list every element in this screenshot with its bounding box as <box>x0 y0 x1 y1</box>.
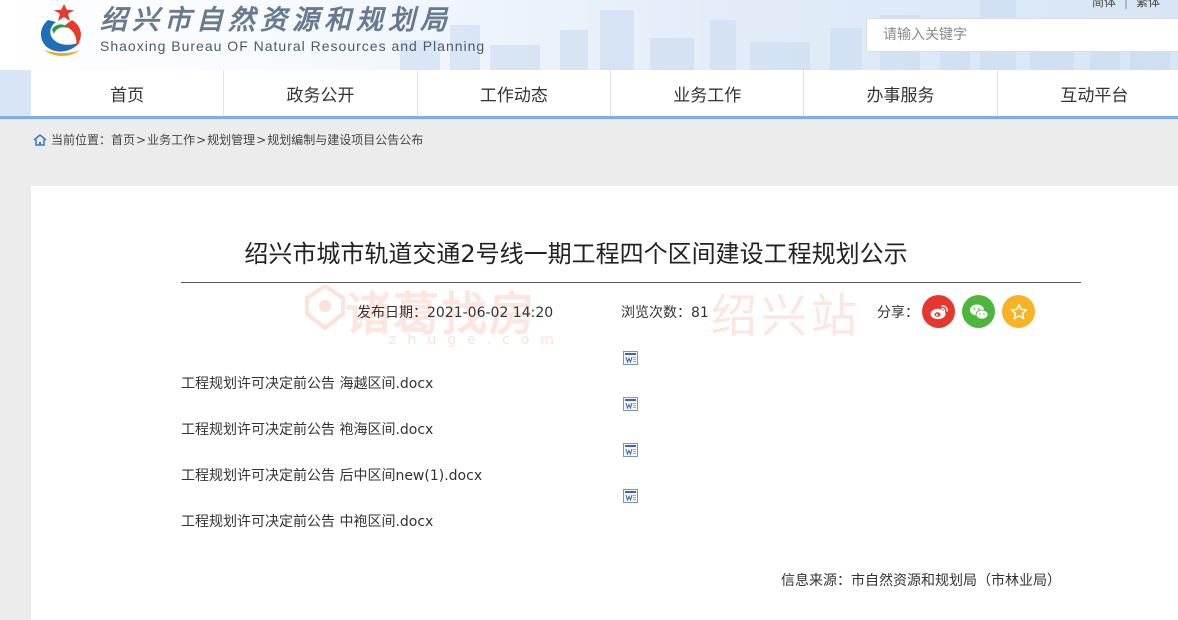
lang-separator: | <box>1124 0 1129 9</box>
bureau-logo-icon <box>40 4 81 56</box>
word-document-icon[interactable] <box>623 397 638 411</box>
attachment-link-3[interactable]: 工程规划许可决定前公告 后中区间new(1).docx <box>181 465 482 485</box>
share-favorite-button[interactable] <box>1002 295 1035 328</box>
share-wechat-button[interactable] <box>962 295 995 328</box>
star-icon <box>1010 303 1027 319</box>
publish-date-value: 2021-06-02 14:20 <box>427 305 554 321</box>
site-header: 绍兴市自然资源和规划局 Shaoxing Bureau OF Natural R… <box>0 0 1178 70</box>
article-panel: 绍兴市城市轨道交通2号线一期工程四个区间建设工程规划公示 诸葛找房 绍兴站 zh… <box>31 186 1178 620</box>
nav-item-business-work[interactable]: 业务工作 <box>611 70 805 116</box>
site-subtitle: Shaoxing Bureau OF Natural Resources and… <box>100 38 486 54</box>
word-document-icon[interactable] <box>623 443 638 457</box>
view-count-value: 81 <box>691 305 709 321</box>
wechat-icon <box>969 304 988 319</box>
view-count: 浏览次数：81 <box>621 302 709 322</box>
nav-item-interaction[interactable]: 互动平台 <box>998 70 1178 116</box>
publish-date: 发布日期：2021-06-02 14:20 <box>357 302 553 322</box>
nav-item-home[interactable]: 首页 <box>31 70 225 116</box>
nav-bar-background: 首页 政务公开 工作动态 业务工作 办事服务 互动平台 <box>0 70 1178 120</box>
weibo-icon <box>930 304 948 319</box>
watermark-city: 绍兴站 <box>711 289 861 343</box>
attachment-link-2[interactable]: 工程规划许可决定前公告 袍海区间.docx <box>181 419 433 439</box>
share-weibo-button[interactable] <box>922 295 955 328</box>
nav-item-work-news[interactable]: 工作动态 <box>418 70 612 116</box>
title-divider <box>181 282 1081 283</box>
lang-traditional-link[interactable]: 繁体 <box>1136 0 1160 9</box>
publish-date-label: 发布日期： <box>357 305 427 321</box>
breadcrumb-planning-management[interactable]: 规划管理 <box>207 131 255 148</box>
nav-item-services[interactable]: 办事服务 <box>804 70 998 116</box>
info-source: 信息来源：市自然资源和规划局（市林业局） <box>781 570 1061 590</box>
breadcrumb-home[interactable]: 首页 <box>111 131 135 148</box>
breadcrumb-label: 当前位置： <box>51 133 112 147</box>
share-label: 分享： <box>877 305 919 321</box>
attachment-link-4[interactable]: 工程规划许可决定前公告 中袍区间.docx <box>181 511 433 531</box>
language-switch: 简体 | 繁体 <box>1092 0 1160 10</box>
main-nav: 首页 政务公开 工作动态 业务工作 办事服务 互动平台 <box>31 70 1178 116</box>
search-input[interactable] <box>867 19 1178 51</box>
info-source-label: 信息来源： <box>781 573 851 589</box>
breadcrumb-separator: > <box>196 132 207 147</box>
view-count-label: 浏览次数： <box>621 305 691 321</box>
breadcrumb: 当前位置： 首页 > 业务工作 > 规划管理 > 规划编制与建设项目公告公布 <box>33 131 423 148</box>
attachment-link-1[interactable]: 工程规划许可决定前公告 海越区间.docx <box>181 373 433 393</box>
breadcrumb-business-work[interactable]: 业务工作 <box>147 131 195 148</box>
watermark-domain: zhuge.com <box>389 332 565 348</box>
info-source-value: 市自然资源和规划局（市林业局） <box>851 573 1061 589</box>
nav-underline <box>0 116 1178 119</box>
nav-item-government-affairs[interactable]: 政务公开 <box>224 70 418 116</box>
watermark-logo-icon <box>305 284 345 330</box>
home-icon <box>33 133 47 146</box>
word-document-icon[interactable] <box>623 489 638 503</box>
breadcrumb-separator: > <box>256 132 267 147</box>
breadcrumb-current-section[interactable]: 规划编制与建设项目公告公布 <box>267 131 423 148</box>
site-title: 绍兴市自然资源和规划局 <box>100 5 452 36</box>
word-document-icon[interactable] <box>623 351 638 365</box>
article-title: 绍兴市城市轨道交通2号线一期工程四个区间建设工程规划公示 <box>244 240 908 268</box>
breadcrumb-separator: > <box>136 132 147 147</box>
search-box <box>866 18 1178 52</box>
lang-simplified-link[interactable]: 简体 <box>1092 0 1116 9</box>
